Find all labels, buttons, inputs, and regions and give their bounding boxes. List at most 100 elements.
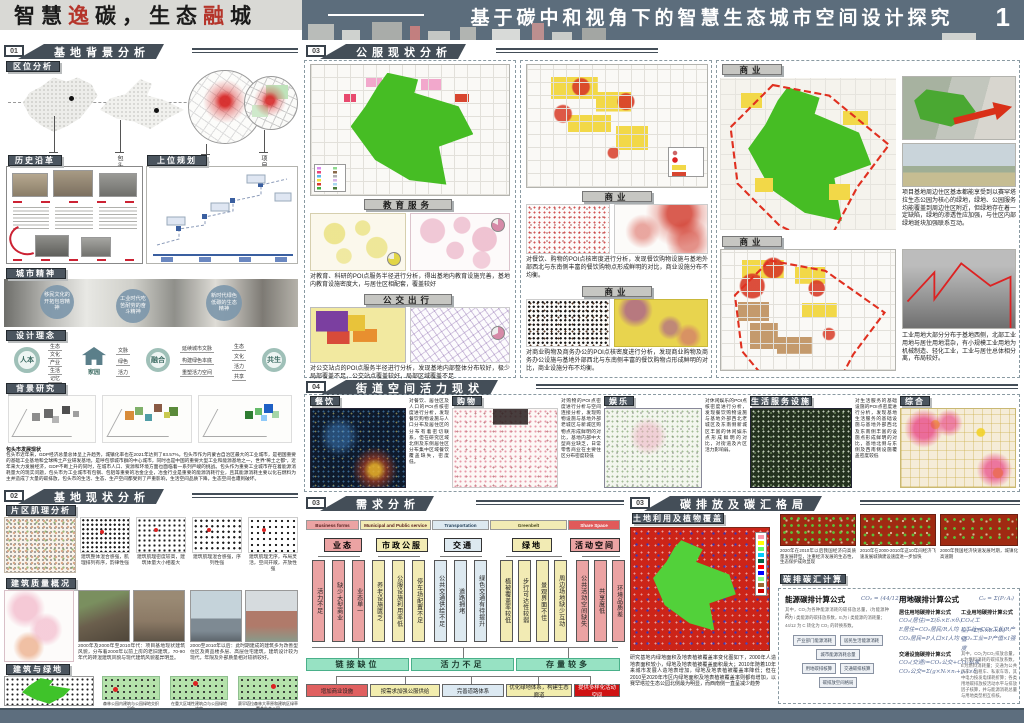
industrial-title: 工业用地碳排计算公式 [961, 609, 1013, 616]
title-decor-line [328, 14, 424, 16]
building-photo [245, 590, 298, 642]
demand-cat-municipal: 市政公服 [376, 538, 428, 552]
green-service-text: 项目基地周边住区基本都能享受到以赛罕塔拉生态公园为核心的绿地，绿地、公园服务均能… [902, 190, 1016, 229]
site-dot [193, 681, 198, 686]
energy-note: 44/12 为 C 转化为 CO₂ 的转换系数。 [785, 623, 889, 629]
landcover-map [630, 527, 770, 651]
label-city-spirit: 城市精神 [6, 268, 66, 279]
section-03c-header: 03 碳排放及碳汇格局 [630, 496, 1020, 511]
section-title: 基地现状分析 [18, 489, 164, 504]
label-commerce-3: 商业 [722, 64, 782, 75]
landcover-2000-map [940, 514, 1018, 546]
china-map [14, 72, 102, 140]
connector [582, 556, 620, 557]
concept-chip: 生态 [232, 343, 246, 351]
demand-item: 养老设施匮乏 [372, 560, 385, 642]
industry-commerce-map [720, 249, 896, 371]
section-rule [860, 500, 1020, 505]
demand-item: 公共活动空间缺失 [576, 560, 589, 642]
demand-item: 停车场配置不足 [412, 560, 425, 642]
transit-pie [491, 326, 505, 340]
transit-network-map [410, 307, 510, 363]
fabric-caption: 建筑肌理无序，布局灵活，空间开敞，开放性强 [248, 555, 298, 573]
section-title: 公服现状分析 [320, 44, 466, 59]
concept-chip: 活力 [232, 363, 246, 371]
concept-chip: 延续城市文脉 [180, 345, 214, 353]
fabric-map [192, 517, 242, 553]
carbon-flow-diagram: 产业部门能源消耗 居民生活能源消耗 城市能源消耗总量 用地碳排核算 交通碳排核算… [783, 635, 893, 688]
concept-chip: 构建绿色本底 [180, 357, 214, 365]
demand-item: 活力不足 [312, 560, 325, 642]
food-heat-map [310, 408, 406, 488]
site-dot [207, 528, 211, 532]
timeline-years [13, 259, 137, 261]
label-design-concept: 设计理念 [6, 330, 66, 341]
logo-part-red: 融 [203, 0, 230, 30]
site-dot [113, 687, 118, 692]
section-rule [192, 48, 298, 53]
commerce-overview-map [526, 64, 708, 188]
label-entertainment: 娱乐 [604, 396, 634, 406]
spirit-bubble: 新时代绿色低碳的生态精神 [206, 285, 242, 321]
concept-chip: 产业 [48, 359, 62, 367]
connector [440, 556, 482, 557]
poster: 智慧逸碳，生态融城 基于碳中和视角下的智慧生态城市空间设计探究 1 01 基地背… [0, 0, 1024, 723]
section-rule [192, 493, 298, 498]
flow-node: 居民生活能源消耗 [840, 635, 883, 646]
solution-public-service: 按需求加强公服供给 [370, 684, 440, 697]
logo-part: 碳，生态 [95, 0, 203, 30]
leader-line [54, 116, 55, 152]
skyline-graphic [302, 20, 1024, 40]
concept-chip: 文脉 [116, 347, 130, 355]
building-outline [903, 250, 1015, 329]
green-site-map [170, 676, 228, 700]
landcover-caption: 2020年在2010年以后我国经济向高质量发展转型，注重经济发展的生态性，生态保… [780, 548, 856, 565]
landcover-text: 研究基地内绿地面积及地表植被覆盖率变化图如下，2000年人造地表面积较小，绿地及… [630, 655, 776, 688]
green-site-map [238, 676, 298, 700]
concept-chip: 生活 [48, 367, 62, 375]
section-rule [476, 500, 624, 505]
traffic-title: 交通设施碳排计算公式 [899, 651, 951, 658]
education-radius-map [310, 213, 406, 271]
upper-plan-chart [146, 166, 298, 264]
site-dot [271, 684, 276, 689]
shopping-map [452, 408, 558, 488]
section-03b-header: 03 需求分析 [306, 496, 624, 511]
fabric-map [80, 517, 130, 553]
demand-item: 周边场地缺少互动 [554, 560, 567, 642]
label-building-green: 建筑与绿地 [6, 664, 70, 675]
section-title: 街道空间活力现状 [320, 380, 498, 395]
demand-item: 公服设施利用率低 [392, 560, 405, 642]
solution-activity-space: 提供多样化活动空间 [574, 684, 620, 697]
fabric-caption: 建筑肌理混合感强，序列性强 [192, 555, 242, 567]
map-legend [314, 164, 346, 192]
development-paragraph: 包头市近年来，GDP经济总量总体呈上升趋势，城镇化率也在2021年达到了83.5… [6, 452, 296, 488]
timeline-text [99, 207, 137, 229]
landuse-map [310, 64, 510, 196]
section-number: 03 [306, 45, 326, 57]
life-services-text: 对生活服务的基础设施的POI点密度进行分析，发现基地生活服务的基础设施与基地外部… [855, 398, 897, 490]
label-history: 历史沿革 [8, 155, 62, 166]
commerce-text-1: 对餐饮、购物的POI点核密度进行分析，发现餐饮购物设施与基地外部西北与东南侧丰富… [526, 257, 708, 280]
education-density-map [410, 213, 510, 271]
connector [568, 647, 569, 658]
chart-axis [12, 409, 87, 437]
label-upper-plan: 上位规划 [147, 155, 207, 166]
timeline-text [55, 207, 93, 229]
flow-node: 产业部门能源消耗 [793, 635, 836, 646]
section-number: 04 [306, 381, 326, 393]
energy-formula-title: 能源碳排计算公式 [785, 594, 845, 605]
section-number: 03 [306, 497, 326, 509]
site-dot [262, 528, 266, 532]
energy-note: Kᵢ为 i 类能源的碳排放系数，Eᵢ为 i 类能源的消耗量； [785, 615, 889, 621]
section-01-header: 01 基地背景分析 [4, 44, 298, 59]
landscape-photo [902, 143, 1016, 187]
connector [506, 556, 562, 557]
commerce-text-2: 对商业购物及商务办公的POI点核密度进行分析，发现商业购物及商务办公设施与基地外… [526, 350, 708, 373]
shopping-text: 对购物的POI点密度进行分析与空间连接分析，发现购物设施与基地外部老城区与新城区… [561, 398, 601, 490]
research-chart-2 [102, 395, 192, 443]
label-commerce-2: 商业 [582, 286, 652, 297]
formula-note: 其中，CO₂为CO₂排放总量，K为燃料消耗的碳排放系数，E为燃料消耗量；交通为公… [961, 651, 1017, 699]
label-shopping: 购物 [452, 396, 482, 406]
label-fabric-analysis: 片区肌理分析 [6, 505, 76, 516]
